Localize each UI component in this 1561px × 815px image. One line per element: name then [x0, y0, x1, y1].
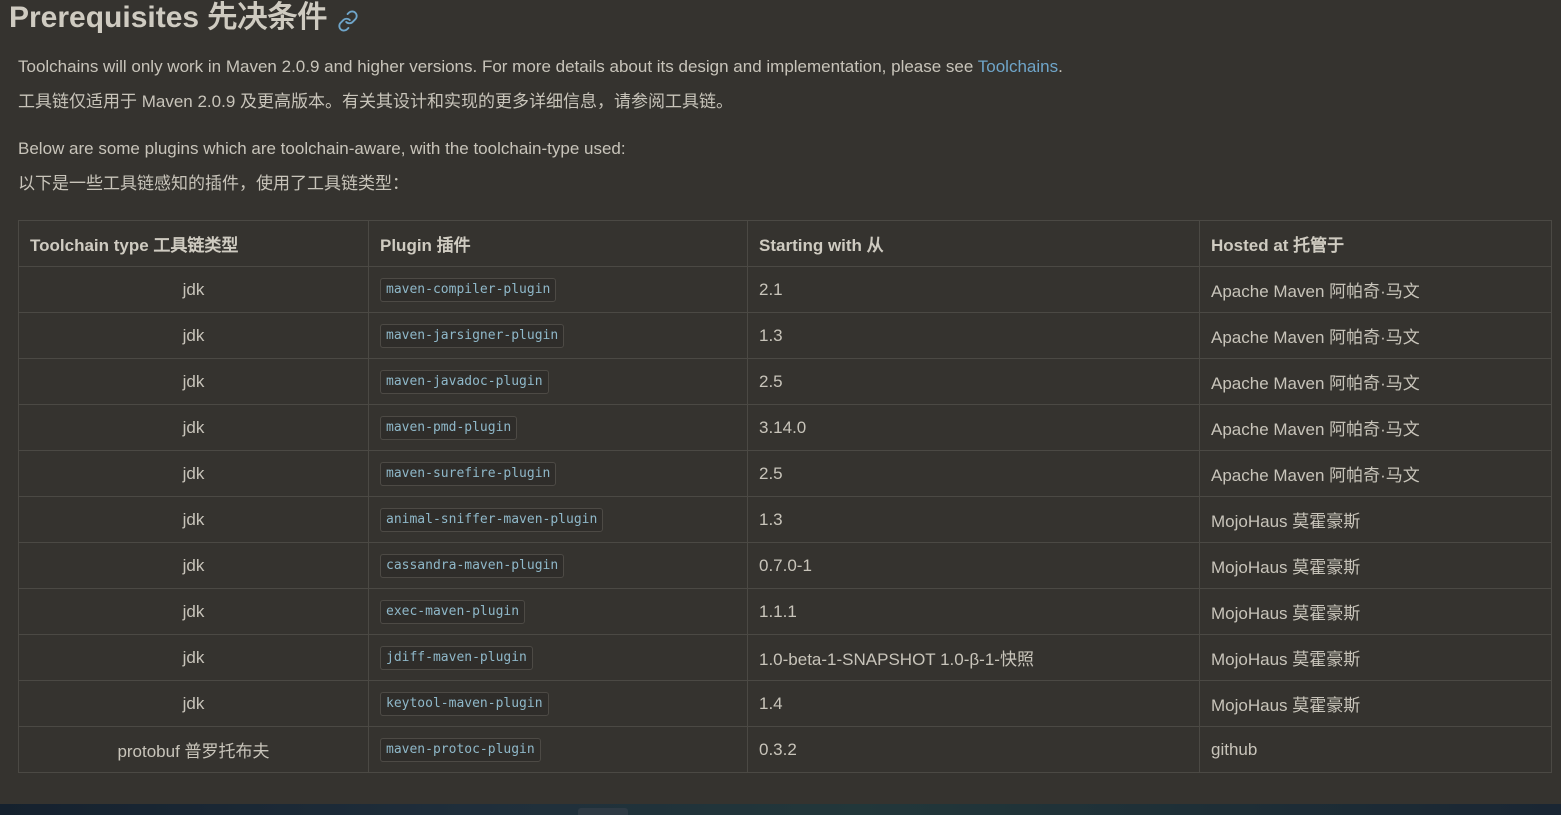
cell-toolchain-type: jdk — [18, 588, 369, 635]
cell-toolchain-type: jdk — [18, 266, 369, 313]
plugin-code[interactable]: maven-pmd-plugin — [380, 415, 518, 440]
cell-toolchain-type: jdk — [18, 634, 369, 681]
cell-starting-with: 1.3 — [747, 496, 1200, 543]
plugin-code[interactable]: maven-jarsigner-plugin — [380, 323, 565, 348]
cell-plugin: maven-jarsigner-plugin — [368, 312, 748, 359]
plugin-code[interactable]: maven-surefire-plugin — [380, 461, 557, 486]
plugins-intro-en: Below are some plugins which are toolcha… — [18, 139, 626, 158]
cell-toolchain-type: jdk — [18, 404, 369, 451]
plugin-code[interactable]: exec-maven-plugin — [380, 599, 526, 624]
cell-toolchain-type: jdk — [18, 542, 369, 589]
plugin-code[interactable]: maven-protoc-plugin — [380, 737, 541, 762]
cell-plugin: cassandra-maven-plugin — [368, 542, 748, 589]
table-row: jdk maven-compiler-plugin 2.1 Apache Mav… — [18, 266, 1552, 313]
toolchains-link[interactable]: Toolchains — [978, 57, 1058, 76]
cell-plugin: exec-maven-plugin — [368, 588, 748, 635]
cell-plugin: maven-surefire-plugin — [368, 450, 748, 497]
table-header-row: Toolchain type 工具链类型 Plugin 插件 Starting … — [18, 220, 1552, 267]
cell-plugin: maven-javadoc-plugin — [368, 358, 748, 405]
toolchain-plugins-table: Toolchain type 工具链类型 Plugin 插件 Starting … — [18, 220, 1552, 773]
cell-hosted-at: Apache Maven 阿帕奇·马文 — [1199, 358, 1552, 405]
cell-starting-with: 2.5 — [747, 358, 1200, 405]
cell-toolchain-type: jdk — [18, 680, 369, 727]
table-row: jdk maven-surefire-plugin 2.5 Apache Mav… — [18, 450, 1552, 497]
plugin-code[interactable]: jdiff-maven-plugin — [380, 645, 533, 670]
cell-plugin: maven-protoc-plugin — [368, 726, 748, 773]
cell-toolchain-type: jdk — [18, 312, 369, 359]
cell-hosted-at: MojoHaus 莫霍豪斯 — [1199, 496, 1552, 543]
intro-text: Toolchains will only work in Maven 2.0.9… — [18, 57, 978, 76]
header-starting-with: Starting with 从 — [747, 220, 1200, 267]
table-row: jdk cassandra-maven-plugin 0.7.0-1 MojoH… — [18, 542, 1552, 589]
intro-text-end: . — [1058, 57, 1063, 76]
table-row: jdk maven-jarsigner-plugin 1.3 Apache Ma… — [18, 312, 1552, 359]
table-row: jdk exec-maven-plugin 1.1.1 MojoHaus 莫霍豪… — [18, 588, 1552, 635]
cell-starting-with: 2.5 — [747, 450, 1200, 497]
cell-starting-with: 2.1 — [747, 266, 1200, 313]
cell-starting-with: 1.1.1 — [747, 588, 1200, 635]
cell-plugin: keytool-maven-plugin — [368, 680, 748, 727]
header-plugin: Plugin 插件 — [368, 220, 748, 267]
cell-toolchain-type: protobuf 普罗托布夫 — [18, 726, 369, 773]
plugin-code[interactable]: keytool-maven-plugin — [380, 691, 549, 716]
intro-paragraph-zh: 工具链仅适用于 Maven 2.0.9 及更高版本。有关其设计和实现的更多详细信… — [18, 92, 734, 111]
cell-hosted-at: MojoHaus 莫霍豪斯 — [1199, 542, 1552, 589]
cell-hosted-at: Apache Maven 阿帕奇·马文 — [1199, 312, 1552, 359]
plugin-code[interactable]: animal-sniffer-maven-plugin — [380, 507, 604, 532]
cell-starting-with: 1.3 — [747, 312, 1200, 359]
cell-toolchain-type: jdk — [18, 496, 369, 543]
plugin-code[interactable]: maven-javadoc-plugin — [380, 369, 549, 394]
cell-starting-with: 1.4 — [747, 680, 1200, 727]
table-row: jdk keytool-maven-plugin 1.4 MojoHaus 莫霍… — [18, 680, 1552, 727]
cell-starting-with: 0.3.2 — [747, 726, 1200, 773]
table-row: protobuf 普罗托布夫 maven-protoc-plugin 0.3.2… — [18, 726, 1552, 773]
cell-plugin: maven-pmd-plugin — [368, 404, 748, 451]
header-toolchain-type: Toolchain type 工具链类型 — [18, 220, 369, 267]
cell-hosted-at: MojoHaus 莫霍豪斯 — [1199, 680, 1552, 727]
taskbar-strip — [0, 804, 1561, 815]
cell-starting-with: 0.7.0-1 — [747, 542, 1200, 589]
cell-hosted-at: Apache Maven 阿帕奇·马文 — [1199, 450, 1552, 497]
cell-toolchain-type: jdk — [18, 358, 369, 405]
cell-plugin: animal-sniffer-maven-plugin — [368, 496, 748, 543]
taskbar-tab[interactable] — [578, 808, 628, 815]
page: Prerequisites 先决条件 Toolchains will only … — [0, 0, 1561, 815]
cell-hosted-at: Apache Maven 阿帕奇·马文 — [1199, 404, 1552, 451]
intro-paragraph-en: Toolchains will only work in Maven 2.0.9… — [18, 56, 1063, 78]
cell-plugin: maven-compiler-plugin — [368, 266, 748, 313]
section-heading: Prerequisites 先决条件 — [9, 0, 359, 36]
cell-hosted-at: MojoHaus 莫霍豪斯 — [1199, 634, 1552, 681]
link-icon[interactable] — [337, 5, 359, 32]
table-row: jdk animal-sniffer-maven-plugin 1.3 Mojo… — [18, 496, 1552, 543]
table-row: jdk maven-javadoc-plugin 2.5 Apache Mave… — [18, 358, 1552, 405]
cell-hosted-at: MojoHaus 莫霍豪斯 — [1199, 588, 1552, 635]
section-heading-text: Prerequisites 先决条件 — [9, 1, 328, 34]
cell-starting-with: 1.0-beta-1-SNAPSHOT 1.0-β-1-快照 — [747, 634, 1200, 681]
header-hosted-at: Hosted at 托管于 — [1199, 220, 1552, 267]
plugin-code[interactable]: cassandra-maven-plugin — [380, 553, 565, 578]
plugin-code[interactable]: maven-compiler-plugin — [380, 277, 557, 302]
cell-starting-with: 3.14.0 — [747, 404, 1200, 451]
cell-plugin: jdiff-maven-plugin — [368, 634, 748, 681]
table-row: jdk jdiff-maven-plugin 1.0-beta-1-SNAPSH… — [18, 634, 1552, 681]
cell-toolchain-type: jdk — [18, 450, 369, 497]
plugins-intro-zh: 以下是一些工具链感知的插件，使用了工具链类型： — [18, 174, 409, 193]
table-row: jdk maven-pmd-plugin 3.14.0 Apache Maven… — [18, 404, 1552, 451]
cell-hosted-at: github — [1199, 726, 1552, 773]
cell-hosted-at: Apache Maven 阿帕奇·马文 — [1199, 266, 1552, 313]
